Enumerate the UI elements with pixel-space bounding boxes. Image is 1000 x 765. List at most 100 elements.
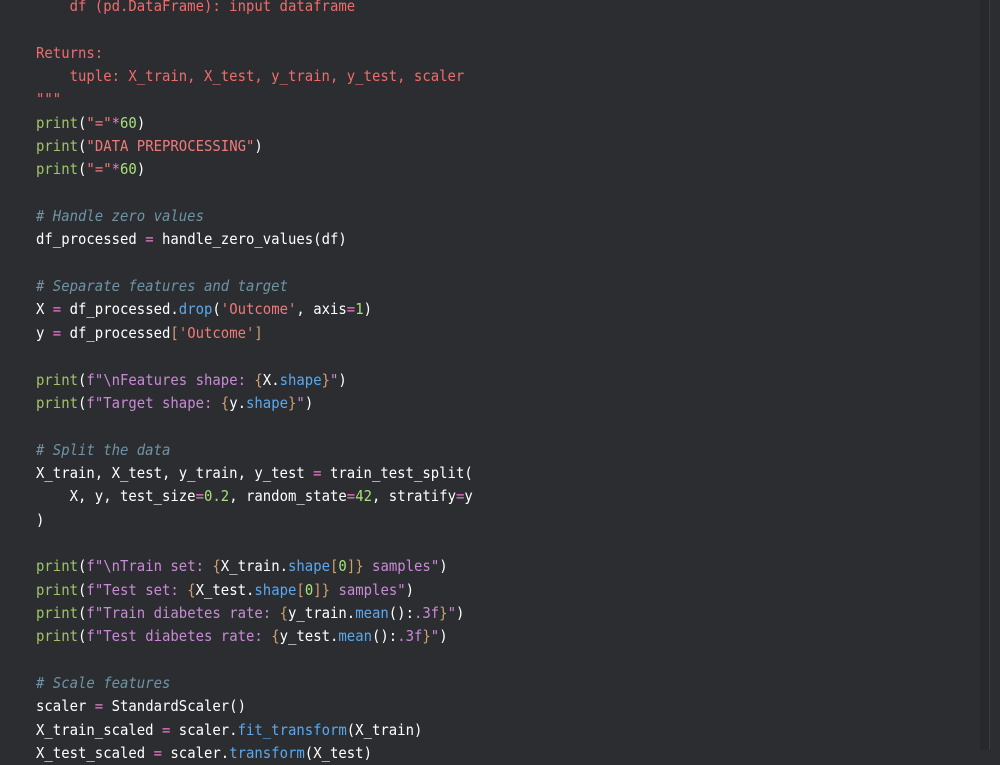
code-token-plain: ( xyxy=(78,137,87,156)
code-token-plain: ) xyxy=(439,627,448,646)
code-line[interactable]: X_test_scaled = scaler.transform(X_test) xyxy=(36,742,473,765)
code-token-string: 'Outcome' xyxy=(220,300,297,319)
code-line[interactable] xyxy=(36,182,473,205)
code-line[interactable]: print("="*60) xyxy=(36,112,473,135)
code-line[interactable] xyxy=(36,415,473,438)
code-line[interactable]: X_train, X_test, y_train, y_test = train… xyxy=(36,462,473,485)
code-token-fstring: samples" xyxy=(330,580,406,599)
code-token-operator: = xyxy=(153,744,162,762)
code-token-fstring: .3f xyxy=(413,603,440,622)
code-token-operator: = xyxy=(455,487,465,506)
code-token-plain: X_train. xyxy=(220,557,288,576)
code-token-string: "DATA PREPROCESSING" xyxy=(86,137,255,156)
code-line[interactable] xyxy=(36,345,473,368)
code-line[interactable]: print(f"\nTrain set: {X_train.shape[0]} … xyxy=(36,555,473,578)
code-token-comment: # Handle zero values xyxy=(36,207,204,226)
code-token-number: 60 xyxy=(120,160,137,179)
code-line[interactable]: scaler = StandardScaler() xyxy=(36,695,473,718)
code-line[interactable]: # Scale features xyxy=(36,672,473,695)
code-token-plain: scaler. xyxy=(170,720,238,739)
code-token-bracket: ] xyxy=(346,557,356,576)
code-line[interactable]: X, y, test_size=0.2, random_state=42, st… xyxy=(36,485,473,508)
code-line[interactable]: X = df_processed.drop('Outcome', axis=1) xyxy=(36,298,473,321)
code-token-builtin: print xyxy=(36,603,79,622)
code-token-plain: ( xyxy=(78,580,87,599)
scrollbar[interactable] xyxy=(980,0,989,750)
code-line[interactable]: # Handle zero values xyxy=(36,205,473,228)
code-token-plain: y. xyxy=(229,393,247,412)
code-token-comment: # Separate features and target xyxy=(36,277,288,296)
code-line[interactable]: print("="*60) xyxy=(36,158,473,181)
code-line[interactable]: df (pd.DataFrame): input dataframe xyxy=(36,0,473,18)
code-token-fstring: " xyxy=(330,370,339,389)
code-line[interactable]: X_train_scaled = scaler.fit_transform(X_… xyxy=(36,719,473,742)
code-token-method: shape xyxy=(254,580,297,599)
code-token-plain: ) xyxy=(136,113,146,132)
code-token-plain: scaler. xyxy=(162,744,230,762)
code-line[interactable] xyxy=(36,252,473,275)
code-token-docstring: Returns: xyxy=(36,43,104,62)
code-token-fstring: " xyxy=(430,627,440,646)
code-token-builtin: print xyxy=(36,557,79,576)
code-token-bracket: { xyxy=(220,393,230,412)
code-token-plain: X xyxy=(36,300,53,319)
code-token-fstring: f"Target shape: xyxy=(86,393,221,412)
code-token-plain: ( xyxy=(78,627,87,646)
code-line[interactable]: tuple: X_train, X_test, y_train, y_test,… xyxy=(36,65,473,88)
code-line[interactable]: print("DATA PREPROCESSING") xyxy=(36,135,473,158)
code-token-plain: df_processed xyxy=(36,230,146,249)
code-token-method: shape xyxy=(288,557,331,576)
code-token-bracket: { xyxy=(254,370,263,389)
code-line[interactable]: print(f"Target shape: {y.shape}") xyxy=(36,392,473,415)
code-token-plain: X_train_scaled xyxy=(36,720,162,739)
code-token-operator: = xyxy=(346,487,356,506)
code-editor[interactable]: df (pd.DataFrame): input dataframe Retur… xyxy=(0,0,990,762)
code-line[interactable]: print(f"\nFeatures shape: {X.shape}") xyxy=(36,369,473,392)
code-token-fstring: f"\nFeatures shape: xyxy=(86,370,255,389)
code-token-fstring: .3f xyxy=(397,627,423,646)
code-token-method: mean xyxy=(355,603,389,622)
code-token-plain: X. xyxy=(262,370,280,389)
code-token-plain: ) xyxy=(136,160,146,179)
code-token-plain: ) xyxy=(254,137,263,156)
code-token-comment: # Split the data xyxy=(36,440,171,459)
code-token-plain: X, y, test_size xyxy=(36,487,196,506)
code-token-plain: y xyxy=(464,487,473,506)
code-line[interactable]: # Separate features and target xyxy=(36,275,473,298)
code-line[interactable]: Returns: xyxy=(36,42,473,65)
code-line[interactable]: print(f"Test diabetes rate: {y_test.mean… xyxy=(36,625,473,648)
code-token-docstring: df (pd.DataFrame): input dataframe xyxy=(36,0,356,15)
code-lines[interactable]: df (pd.DataFrame): input dataframe Retur… xyxy=(36,0,473,765)
code-token-fstring: f"\nTrain set: xyxy=(86,557,213,576)
code-token-plain: ( xyxy=(78,393,87,412)
code-line[interactable]: print(f"Test set: {X_test.shape[0]} samp… xyxy=(36,579,473,602)
code-line[interactable] xyxy=(36,649,473,672)
code-token-number: 0.2 xyxy=(203,487,230,506)
code-token-plain: ( xyxy=(78,557,87,576)
code-line[interactable]: df_processed = handle_zero_values(df) xyxy=(36,228,473,251)
code-token-plain: X_test_scaled xyxy=(36,744,154,762)
code-token-plain: X_train, X_test, y_train, y_test xyxy=(36,463,314,482)
code-line[interactable]: ) xyxy=(36,509,473,532)
code-token-operator: = xyxy=(195,487,204,506)
code-line[interactable]: """ xyxy=(36,88,473,111)
code-token-plain: ( xyxy=(78,113,87,132)
code-token-docstring: """ xyxy=(36,90,62,109)
code-token-plain: scaler xyxy=(36,697,95,716)
code-token-docstring: tuple: X_train, X_test, y_train, y_test,… xyxy=(36,67,465,86)
code-token-method: transform xyxy=(229,744,305,762)
code-token-builtin: print xyxy=(36,160,79,179)
code-token-plain: ( xyxy=(78,603,87,622)
code-token-bracket: { xyxy=(271,627,280,646)
code-line[interactable] xyxy=(36,532,473,555)
code-line[interactable]: y = df_processed['Outcome'] xyxy=(36,322,473,345)
code-token-plain: ) xyxy=(363,300,373,319)
code-token-bracket: } xyxy=(321,580,331,599)
code-token-plain: (X_test) xyxy=(304,744,372,762)
code-line[interactable]: # Split the data xyxy=(36,439,473,462)
code-token-bracket: } xyxy=(321,370,331,389)
code-token-plain: (): xyxy=(388,603,414,622)
code-token-plain: df_processed xyxy=(61,323,171,342)
code-line[interactable]: print(f"Train diabetes rate: {y_train.me… xyxy=(36,602,473,625)
code-line[interactable] xyxy=(36,18,473,41)
